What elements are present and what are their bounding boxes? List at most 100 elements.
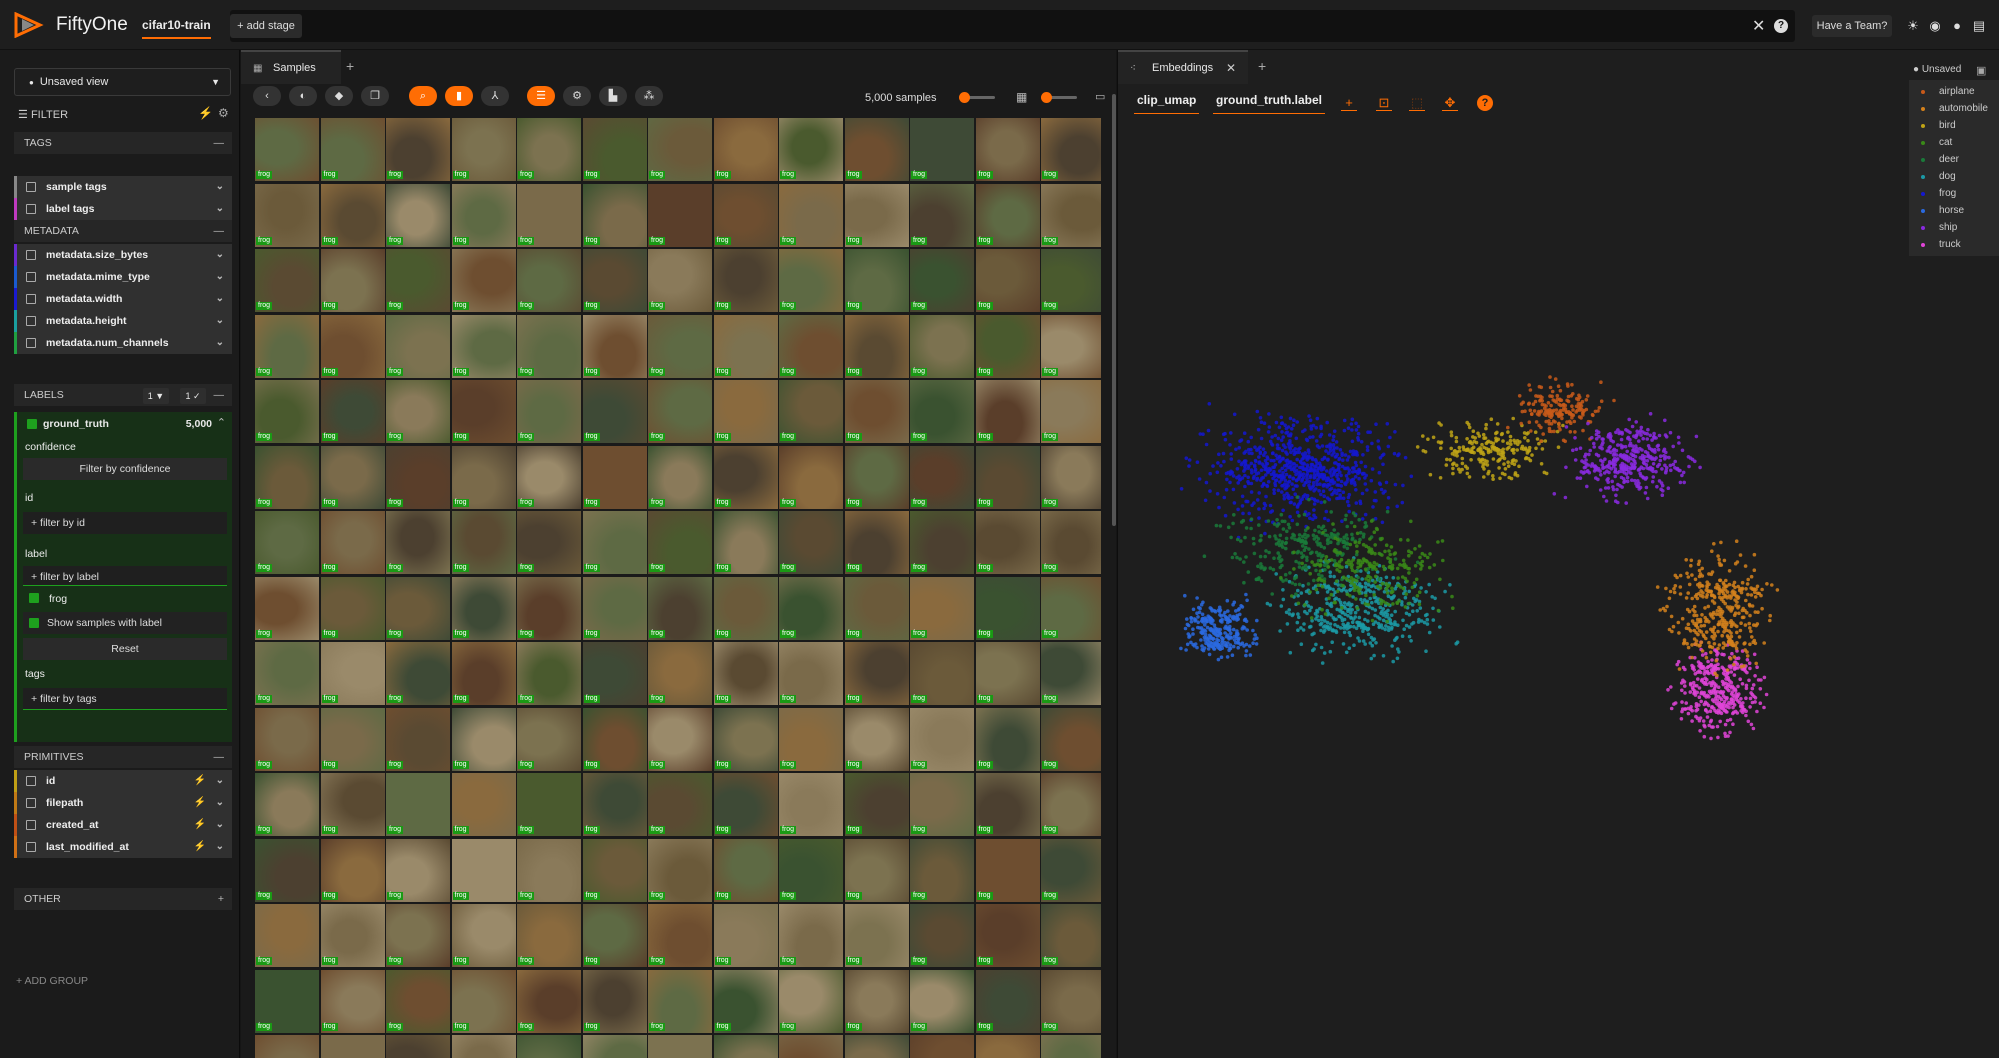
sample-thumbnail[interactable]: frog xyxy=(779,445,843,509)
expand-icon[interactable]: + xyxy=(218,888,224,910)
checkbox[interactable] xyxy=(26,776,36,786)
sample-thumbnail[interactable]: frog xyxy=(386,773,450,836)
sample-thumbnail[interactable]: frog xyxy=(582,314,647,378)
field-id[interactable]: id ⚡ ⌄ xyxy=(14,770,232,792)
sample-thumbnail[interactable]: frog xyxy=(451,642,516,705)
sample-thumbnail[interactable]: frog xyxy=(517,511,581,574)
sample-thumbnail[interactable]: frog xyxy=(582,707,647,771)
lightning-icon[interactable]: ⚡ xyxy=(194,770,206,792)
sample-thumbnail[interactable]: frog xyxy=(648,249,712,312)
sample-thumbnail[interactable]: frog xyxy=(975,1035,1040,1058)
sample-thumbnail[interactable]: frog xyxy=(713,380,778,443)
sample-thumbnail[interactable]: frog xyxy=(255,969,319,1033)
field-last-modified-at[interactable]: last_modified_at ⚡ ⌄ xyxy=(14,836,232,858)
sample-thumbnail[interactable]: frog xyxy=(517,118,581,181)
sample-thumbnail[interactable]: frog xyxy=(255,904,319,967)
sample-thumbnail[interactable]: frog xyxy=(451,838,516,902)
pan-icon[interactable]: ✥ xyxy=(1442,95,1458,111)
sample-thumbnail[interactable]: frog xyxy=(517,773,581,836)
color-by-select[interactable]: ground_truth.label xyxy=(1213,92,1325,114)
sample-thumbnail[interactable]: frog xyxy=(1041,118,1101,181)
add-icon[interactable]: + xyxy=(1341,95,1357,111)
legend-item-automobile[interactable]: automobile xyxy=(1921,103,1988,114)
sample-thumbnail[interactable]: frog xyxy=(779,969,843,1033)
sample-thumbnail[interactable]: frog xyxy=(1041,969,1101,1033)
sample-thumbnail[interactable]: frog xyxy=(844,314,909,378)
sample-thumbnail[interactable]: frog xyxy=(1041,183,1101,247)
sample-thumbnail[interactable]: frog xyxy=(582,249,647,312)
legend-item-bird[interactable]: bird xyxy=(1921,120,1956,131)
sample-thumbnail[interactable]: frog xyxy=(975,838,1040,902)
lightning-icon[interactable]: ⚡ xyxy=(198,106,213,120)
checkbox[interactable] xyxy=(26,250,36,260)
chevron-down-icon[interactable]: ⌄ xyxy=(216,332,224,354)
sample-thumbnail[interactable]: frog xyxy=(386,1035,450,1058)
add-stage-button[interactable]: + add stage xyxy=(230,14,302,38)
sample-thumbnail[interactable]: frog xyxy=(451,183,516,247)
sample-thumbnail[interactable]: frog xyxy=(1041,511,1101,574)
sample-thumbnail[interactable]: frog xyxy=(1041,904,1101,967)
sample-thumbnail[interactable]: frog xyxy=(779,183,843,247)
sample-thumbnail[interactable]: frog xyxy=(517,707,581,771)
chevron-down-icon[interactable]: ⌄ xyxy=(216,266,224,288)
sample-thumbnail[interactable]: frog xyxy=(320,707,385,771)
sample-thumbnail[interactable]: frog xyxy=(975,249,1040,312)
sample-thumbnail[interactable]: frog xyxy=(648,118,712,181)
sample-thumbnail[interactable]: frog xyxy=(975,773,1040,836)
scatter-points-horse[interactable] xyxy=(1179,592,1259,662)
sample-thumbnail[interactable]: frog xyxy=(779,707,843,771)
sample-thumbnail[interactable]: frog xyxy=(975,380,1040,443)
sample-thumbnail[interactable]: frog xyxy=(386,183,450,247)
sample-thumbnail[interactable]: frog xyxy=(1041,642,1101,705)
sample-thumbnail[interactable]: frog xyxy=(582,511,647,574)
chevron-down-icon[interactable]: ⌄ xyxy=(216,288,224,310)
sample-thumbnail[interactable]: frog xyxy=(517,183,581,247)
sample-thumbnail[interactable]: frog xyxy=(451,773,516,836)
checkbox[interactable] xyxy=(26,182,36,192)
sample-thumbnail[interactable]: frog xyxy=(517,838,581,902)
chevron-down-icon[interactable]: ⌄ xyxy=(216,198,224,220)
section-primitives[interactable]: PRIMITIVES — xyxy=(14,746,232,768)
section-metadata[interactable]: METADATA — xyxy=(14,220,232,242)
sample-thumbnail[interactable]: frog xyxy=(320,380,385,443)
field-metadata-size-bytes[interactable]: metadata.size_bytes ⌄ xyxy=(14,244,232,266)
list-icon[interactable]: ☰ xyxy=(527,86,555,106)
view-select[interactable]: ● Unsaved view ▼ xyxy=(14,68,231,96)
scatter-points-automobile[interactable] xyxy=(1655,539,1780,678)
sample-thumbnail[interactable]: frog xyxy=(713,1035,778,1058)
sample-thumbnail[interactable]: frog xyxy=(1041,380,1101,443)
sample-thumbnail[interactable]: frog xyxy=(975,183,1040,247)
sample-thumbnail[interactable]: frog xyxy=(910,969,974,1033)
sample-thumbnail[interactable]: frog xyxy=(713,183,778,247)
lasso-select-icon[interactable]: ⊡ xyxy=(1376,95,1392,111)
checkbox[interactable] xyxy=(26,204,36,214)
sample-thumbnail[interactable]: frog xyxy=(386,380,450,443)
sample-thumbnail[interactable]: frog xyxy=(255,183,319,247)
chevron-down-icon[interactable]: ⌄ xyxy=(216,792,224,814)
sample-thumbnail[interactable]: frog xyxy=(910,838,974,902)
legend-item-ship[interactable]: ship xyxy=(1921,222,1957,233)
lightning-icon[interactable]: ⚡ xyxy=(194,792,206,814)
sample-thumbnail[interactable]: frog xyxy=(844,445,909,509)
expand-panel-icon[interactable]: ▭ xyxy=(1095,90,1105,103)
lightning-icon[interactable]: ⚡ xyxy=(194,836,206,858)
help-icon[interactable]: ? xyxy=(1774,19,1788,33)
sample-thumbnail[interactable]: frog xyxy=(255,445,319,509)
sample-thumbnail[interactable]: frog xyxy=(648,445,712,509)
scatter-points-ship[interactable] xyxy=(1552,412,1702,505)
sample-thumbnail[interactable]: frog xyxy=(779,642,843,705)
sample-thumbnail[interactable]: frog xyxy=(255,838,319,902)
color-palette-icon[interactable]: ◐ xyxy=(289,86,317,106)
sample-thumbnail[interactable]: frog xyxy=(844,380,909,443)
back-icon[interactable]: ‹ xyxy=(253,86,281,106)
sample-thumbnail[interactable]: frog xyxy=(844,183,909,247)
sample-thumbnail[interactable]: frog xyxy=(779,576,843,640)
sample-thumbnail[interactable]: frog xyxy=(910,707,974,771)
sample-thumbnail[interactable]: frog xyxy=(648,904,712,967)
sample-thumbnail[interactable]: frog xyxy=(844,1035,909,1058)
sample-thumbnail[interactable]: frog xyxy=(255,707,319,771)
sample-thumbnail[interactable]: frog xyxy=(451,511,516,574)
sample-thumbnail[interactable]: frog xyxy=(1041,838,1101,902)
sample-thumbnail[interactable]: frog xyxy=(255,642,319,705)
sample-thumbnail[interactable]: frog xyxy=(844,773,909,836)
